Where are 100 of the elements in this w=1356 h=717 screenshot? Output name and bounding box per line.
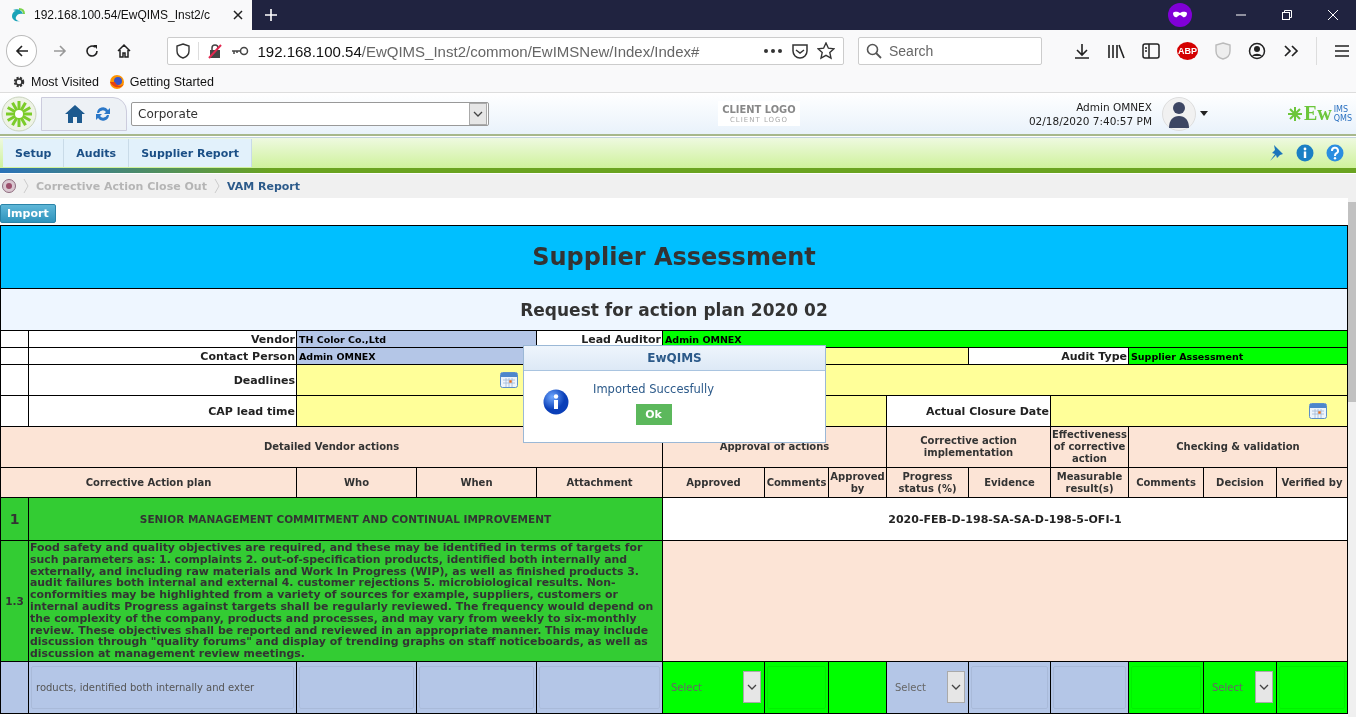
column-header: Effectiveness of corrective action — [1051, 427, 1129, 468]
column-header: Approved by — [829, 468, 887, 498]
refresh-icon[interactable] — [94, 104, 112, 123]
field-label: Audit Type — [969, 348, 1129, 365]
reference-code: 2020-FEB-D-198-SA-SA-D-198-5-OFI-1 — [663, 498, 1348, 541]
info-icon — [543, 389, 569, 415]
column-header: Decision — [1204, 468, 1277, 498]
bookmark-link[interactable]: Most Visited — [31, 75, 99, 89]
column-header: When — [417, 468, 537, 498]
field-label: Actual Closure Date — [887, 396, 1051, 427]
field-value: Admin OMNEX — [663, 331, 1348, 348]
caret-icon — [951, 684, 961, 691]
menu-tab[interactable]: Audits — [64, 139, 130, 167]
column-header: Attachment — [537, 468, 663, 498]
more-icon[interactable] — [763, 48, 783, 54]
caret-icon — [473, 110, 483, 117]
back-arrow-icon — [13, 43, 30, 59]
dialog-message: Imported Succesfully — [593, 382, 715, 396]
column-header: Progress status (%) — [887, 468, 969, 498]
star-icon[interactable] — [817, 42, 835, 60]
gear-icon[interactable] — [12, 75, 26, 89]
restore-icon[interactable] — [1281, 9, 1293, 21]
avatar-silhouette-icon[interactable] — [1161, 96, 1196, 131]
user-name: Admin OMNEX — [1076, 100, 1152, 113]
column-header: Comments — [1129, 468, 1204, 498]
calendar-icon — [500, 372, 518, 388]
menu-icon[interactable] — [1334, 44, 1350, 58]
shield-icon — [176, 43, 191, 59]
brand-superscript: IMS — [1333, 104, 1350, 114]
starburst-logo-icon[interactable] — [1, 95, 37, 132]
menu-tab[interactable]: Supplier Report — [129, 139, 252, 167]
brand-subscript: QMS — [1333, 113, 1352, 123]
column-header: Measurable result(s) — [1051, 468, 1129, 498]
field-label: CAP lead time — [29, 396, 297, 427]
date-time: 02/18/2020 7:40:57 PM — [1028, 114, 1152, 127]
browser-tab[interactable]: 192.168.100.54/EwQIMS_Inst2/c — [0, 0, 252, 30]
requirement-text: Food safety and quality objectives are required, and these may be identified in terms of targets for such parameters as: 1. complaints 2. out-of-specification products, identified both internally and externally, and including raw materials and Work In Progress (WIP), as well as finished products 3. audit failures both internal and external 4. customer rejections 5. microbiological results. Non-conformities may be highlighted from a variety of sources for example, suppliers, customers or internal audits Progress against targets shall be regularly reviewed. The frequency would depend on the complexity of the company, products and processes, and may vary from weekly to six-monthly review. These objectives shall be reported and reviewed in an appropriate manner. This may include discussion through "quality forums" and display of trending graphs on staff noticeboards, as well as discussion at management review meetings. — [29, 541, 663, 662]
section-number: 1 — [1, 498, 29, 541]
select-field[interactable]: Select — [889, 670, 966, 705]
field-label: Vendor — [29, 331, 297, 348]
column-header: Who — [297, 468, 417, 498]
back-button[interactable] — [6, 35, 38, 67]
section-title: SENIOR MANAGEMENT COMMITMENT AND CONTINUAL IMPROVEMENT — [29, 498, 663, 541]
help-icon[interactable] — [1326, 144, 1344, 162]
column-header: Verified by — [1277, 468, 1348, 498]
search-field[interactable]: Search — [858, 37, 1042, 65]
reload-icon[interactable] — [84, 43, 101, 59]
form-subtitle: Request for action plan 2020 02 — [1, 289, 1348, 331]
calendar-icon — [1309, 403, 1327, 419]
close-icon[interactable] — [232, 9, 244, 21]
home-icon[interactable] — [64, 103, 86, 124]
caret-icon — [1259, 684, 1269, 691]
account-icon[interactable] — [1248, 42, 1266, 60]
field-value: Supplier Assessment — [1129, 348, 1348, 365]
download-icon[interactable] — [1074, 43, 1090, 59]
column-header: Approved — [663, 468, 765, 498]
bookmark-link[interactable]: Getting Started — [129, 75, 214, 89]
company-select[interactable]: Corporate — [131, 101, 489, 126]
forward-icon[interactable] — [52, 43, 69, 59]
search-icon — [866, 43, 882, 59]
scrollbar[interactable] — [1348, 198, 1356, 717]
brand-name: Ew — [1303, 102, 1332, 125]
caret-icon — [747, 684, 757, 691]
dialog-title: EwQIMS — [524, 346, 825, 371]
private-mask-icon — [1168, 3, 1192, 27]
overflow-chevrons-icon[interactable] — [1283, 44, 1299, 58]
site-icon — [10, 7, 26, 23]
field-label: Contact Person — [29, 348, 297, 365]
pocket-icon[interactable] — [791, 43, 809, 59]
chevron-icon — [23, 178, 29, 194]
select-field[interactable]: Select — [665, 670, 762, 705]
sidebar-icon[interactable] — [1142, 43, 1160, 59]
starburst-icon — [1287, 106, 1302, 121]
key-icon — [231, 46, 250, 56]
client-logo-text: CLIENT LOGO — [722, 103, 796, 116]
caret-icon[interactable] — [1199, 111, 1208, 116]
adblock-badge[interactable]: ABP — [1177, 42, 1198, 60]
column-header: Evidence — [969, 468, 1051, 498]
field-value: TH Color Co.,Ltd — [297, 331, 537, 348]
column-header: Comments — [765, 468, 829, 498]
home-icon[interactable] — [116, 43, 133, 59]
menu-tab[interactable]: Setup — [3, 139, 65, 167]
text-field[interactable]: roducts, identified both internally and exter — [31, 665, 294, 709]
insecure-lock-icon — [207, 43, 224, 59]
column-header: Detailed Vendor actions — [1, 427, 663, 468]
round-emblem-icon — [2, 179, 16, 193]
date-field[interactable] — [1051, 396, 1348, 427]
chevron-icon — [213, 178, 220, 194]
field-label: Deadlines — [29, 365, 297, 396]
item-number: 1.3 — [1, 541, 29, 662]
column-header: Corrective Action plan — [1, 468, 297, 498]
globe-icon[interactable] — [108, 74, 125, 90]
breadcrumb-link[interactable]: VAM Report — [226, 179, 301, 193]
address-bar[interactable]: 192.168.100.54/EwQIMS_Inst2/common/EwIMSNew/Index/Index# — [167, 37, 844, 65]
info-icon[interactable] — [1296, 144, 1314, 162]
new-tab-icon[interactable] — [264, 8, 278, 22]
library-icon[interactable] — [1107, 43, 1125, 59]
select-field[interactable]: Select — [1206, 670, 1274, 705]
column-header: Corrective action implementation — [887, 427, 1051, 468]
url-text: 192.168.100.54/EwQIMS_Inst2/common/EwIMSNew/Index/Index# — [257, 42, 700, 60]
